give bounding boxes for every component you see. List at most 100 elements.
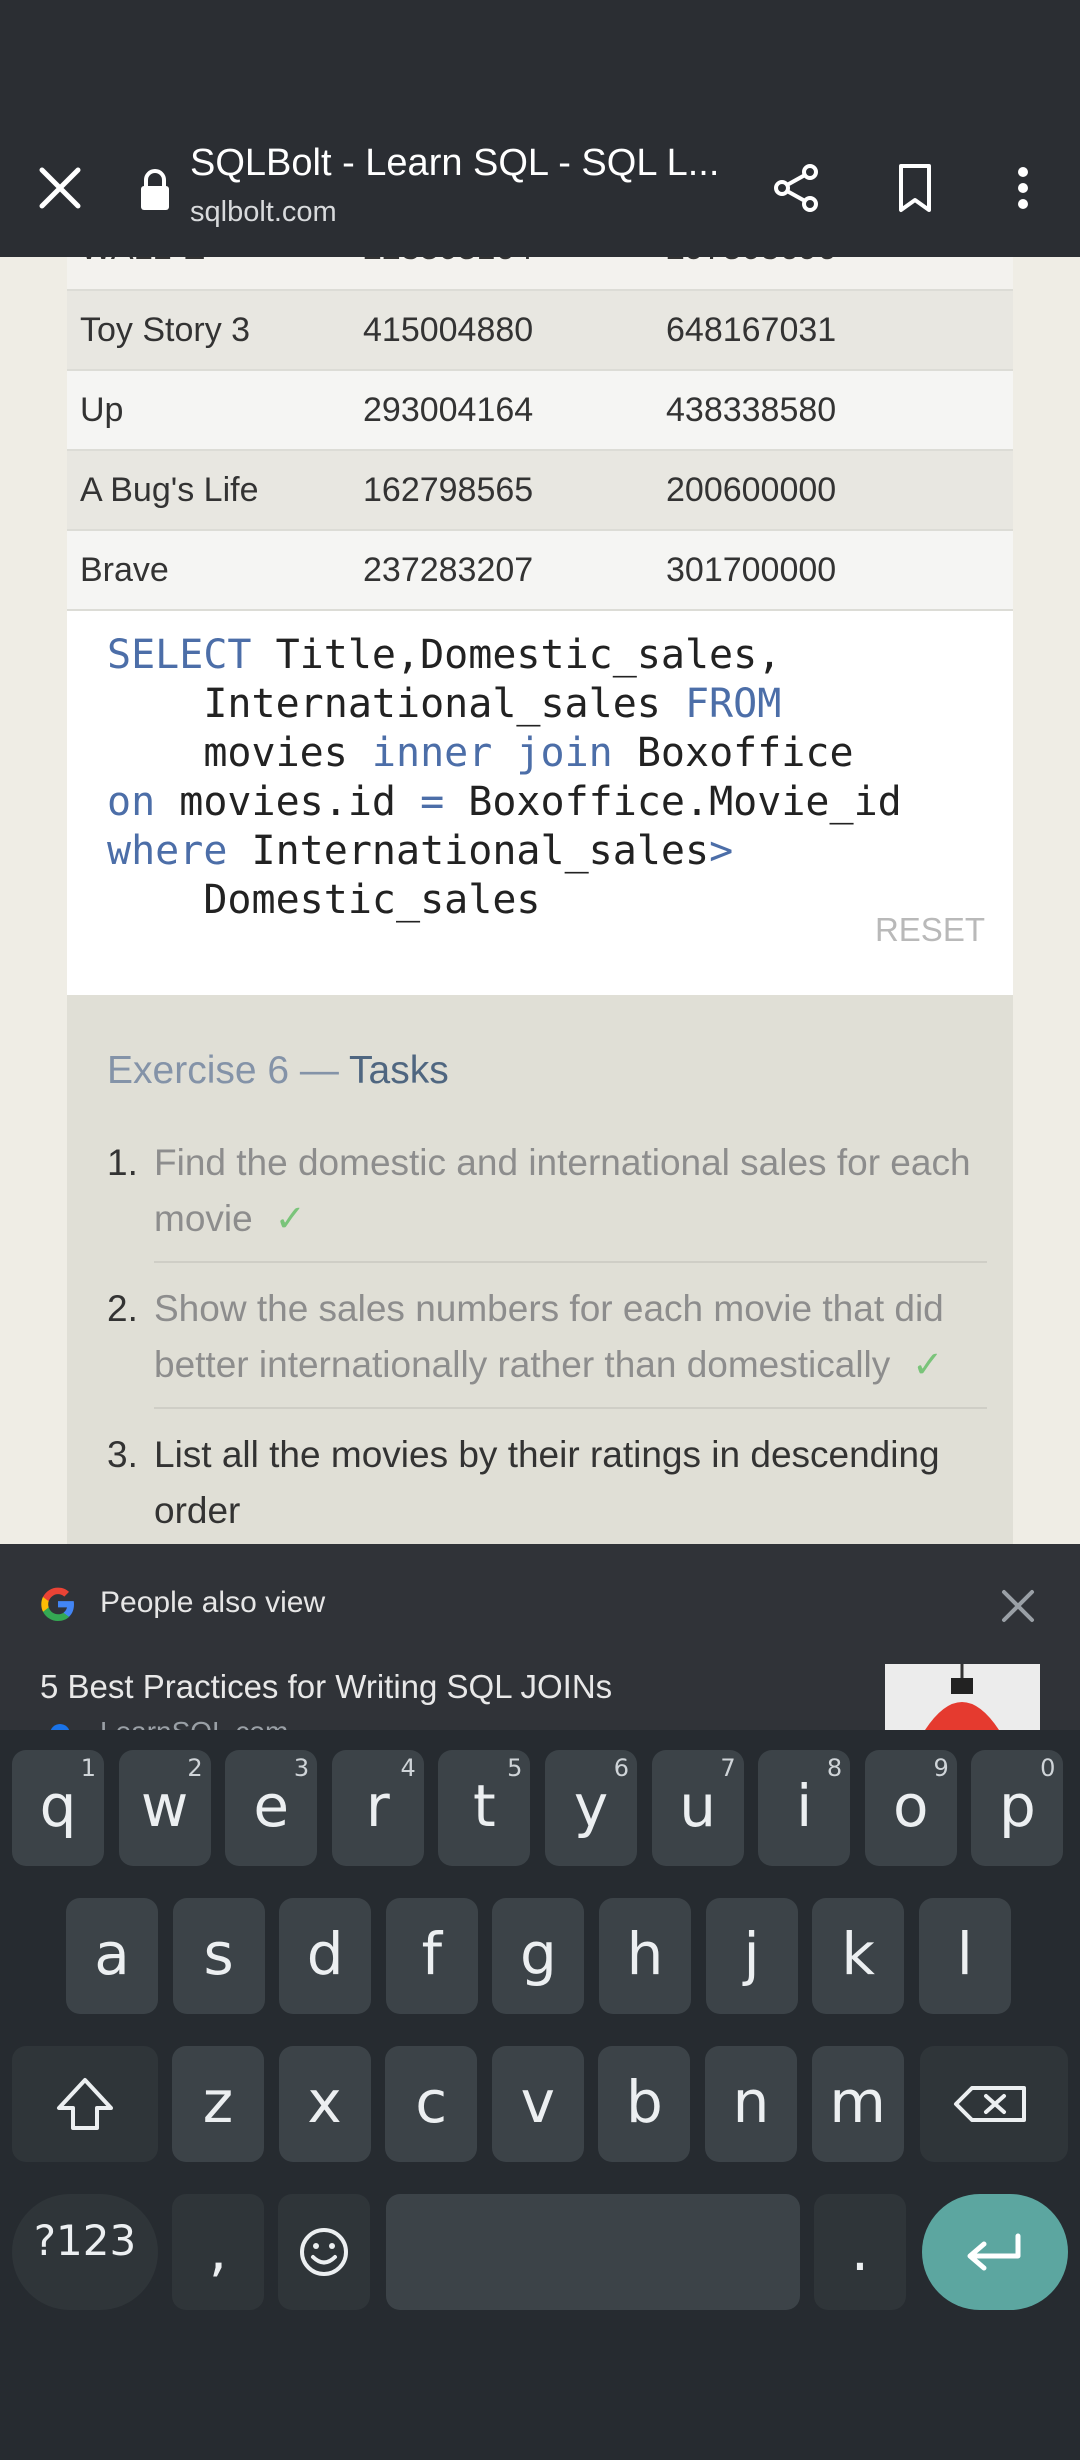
suggestion-thumbnail[interactable] — [885, 1664, 1040, 1730]
international-sales-cell: 438338580 — [666, 370, 1013, 451]
sql-keyword: > — [709, 828, 734, 874]
check-icon: ✓ — [274, 1198, 306, 1239]
key-d[interactable]: d — [279, 1898, 372, 2014]
domestic-sales-cell: 237283207 — [363, 530, 666, 611]
domestic-sales-cell: 415004880 — [363, 291, 666, 371]
shift-key[interactable] — [12, 2046, 158, 2162]
key-s[interactable]: s — [172, 1898, 265, 2014]
key-u[interactable]: u7 — [651, 1750, 744, 1866]
space-key[interactable] — [386, 2194, 800, 2310]
key-x[interactable]: x — [278, 2046, 371, 2162]
sql-token: Boxoffice — [612, 730, 854, 776]
key-label: y — [573, 1772, 609, 1840]
key-p[interactable]: p0 — [971, 1750, 1064, 1866]
task-item: 3. List all the movies by their ratings … — [107, 1427, 987, 1539]
bookmark-icon[interactable] — [885, 158, 945, 218]
key-b[interactable]: b — [598, 2046, 691, 2162]
key-c[interactable]: c — [385, 2046, 478, 2162]
international-sales-cell: 648167031 — [666, 291, 1013, 371]
title-cell: Brave — [67, 530, 363, 611]
close-icon[interactable] — [996, 1584, 1040, 1628]
page-content: WALL-E 223808164 297503696 Toy Story 3 4… — [67, 257, 1013, 1550]
key-label: a — [94, 1920, 130, 1988]
task-list: 1. Find the domestic and international s… — [107, 1135, 987, 1539]
key-label: e — [253, 1772, 290, 1840]
sql-query-text[interactable]: SELECT Title,Domestic_sales, Internation… — [107, 631, 902, 925]
key-m[interactable]: m — [811, 2046, 904, 2162]
key-h[interactable]: h — [599, 1898, 691, 2014]
sql-token: International_sales — [227, 828, 710, 874]
close-tab-icon[interactable] — [30, 158, 90, 218]
tasks-panel: Exercise 6 — Tasks 1. Find the domestic … — [67, 995, 1013, 1550]
key-label: l — [956, 1920, 973, 1988]
lock-icon — [138, 168, 172, 212]
key-label: x — [307, 2068, 342, 2136]
task-item: 1. Find the domestic and international s… — [107, 1135, 987, 1247]
enter-icon — [967, 2233, 1021, 2271]
key-k[interactable]: k — [812, 1898, 905, 2014]
key-hint: 8 — [826, 1754, 843, 1782]
shift-icon — [57, 2078, 113, 2130]
key-hint: 5 — [507, 1754, 523, 1782]
key-o[interactable]: o9 — [864, 1750, 957, 1866]
sql-keyword: on — [107, 779, 156, 825]
key-hint: 3 — [293, 1754, 310, 1782]
key-comma[interactable]: , — [172, 2194, 264, 2310]
table-row: A Bug's Life 162798565 200600000 — [67, 450, 1013, 531]
share-icon[interactable] — [766, 158, 826, 218]
key-label: z — [202, 2068, 234, 2136]
key-n[interactable]: n — [705, 2046, 797, 2162]
key-z[interactable]: z — [172, 2046, 264, 2162]
sql-token: movies.id — [155, 779, 421, 825]
sql-token: Domestic_sales — [107, 877, 541, 923]
backspace-key[interactable] — [920, 2046, 1068, 2162]
key-label: u — [679, 1772, 716, 1840]
key-t[interactable]: t5 — [438, 1750, 531, 1866]
more-options-icon[interactable] — [1000, 158, 1046, 218]
key-l[interactable]: l — [918, 1898, 1011, 2014]
key-v[interactable]: v — [491, 2046, 584, 2162]
key-label: r — [365, 1772, 390, 1840]
key-label: i — [796, 1772, 813, 1840]
key-g[interactable]: g — [492, 1898, 585, 2014]
task-divider — [154, 1261, 987, 1263]
key-label: b — [625, 2068, 663, 2136]
international-sales-cell: 200600000 — [666, 450, 1013, 531]
key-f[interactable]: f — [385, 1898, 478, 2014]
table-cell: WALL-E — [80, 257, 205, 268]
table-cell: 223808164 — [363, 257, 533, 268]
reset-button[interactable]: RESET — [875, 911, 985, 949]
key-i[interactable]: i8 — [758, 1750, 851, 1866]
heading-separator: — — [289, 1049, 350, 1092]
page-url[interactable]: sqlbolt.com — [190, 196, 337, 229]
key-a[interactable]: a — [66, 1898, 158, 2014]
task-number: 2. — [107, 1288, 138, 1329]
symbols-key[interactable]: ?123 — [12, 2194, 158, 2310]
key-label: . — [850, 2216, 870, 2284]
key-y[interactable]: y6 — [545, 1750, 637, 1866]
key-label: g — [519, 1920, 557, 1988]
key-period[interactable]: . — [814, 2194, 906, 2310]
suggestion-link[interactable]: 5 Best Practices for Writing SQL JOINs — [40, 1668, 612, 1706]
key-label: m — [829, 2068, 886, 2136]
key-j[interactable]: j — [705, 1898, 798, 2014]
key-label: p — [998, 1772, 1036, 1840]
browser-toolbar: SQLBolt - Learn SQL - SQL L... sqlbolt.c… — [0, 120, 1080, 257]
sql-editor[interactable]: SELECT Title,Domestic_sales, Internation… — [67, 611, 1013, 995]
enter-key[interactable] — [922, 2194, 1068, 2310]
sql-keyword: SELECT — [107, 632, 252, 678]
key-e[interactable]: e3 — [225, 1750, 318, 1866]
key-r[interactable]: r4 — [331, 1750, 424, 1866]
task-divider — [154, 1407, 987, 1409]
title-cell: Up — [67, 370, 363, 451]
key-hint: 6 — [613, 1754, 629, 1782]
key-label: t — [473, 1772, 496, 1840]
sql-token: movies — [107, 730, 372, 776]
key-w[interactable]: w2 — [118, 1750, 211, 1866]
key-label: o — [893, 1772, 929, 1840]
key-q[interactable]: q1 — [12, 1750, 104, 1866]
emoji-key[interactable] — [278, 2194, 370, 2310]
page-title[interactable]: SQLBolt - Learn SQL - SQL L... — [190, 142, 730, 185]
on-screen-keyboard: q 1 w 2 e 3 r 4 t 5 y 6 u 7 i 8 o 9 p 0 a s d f g h j k l z x c v b n m ?123… — [0, 1730, 1080, 2460]
key-hint: 1 — [80, 1754, 96, 1782]
